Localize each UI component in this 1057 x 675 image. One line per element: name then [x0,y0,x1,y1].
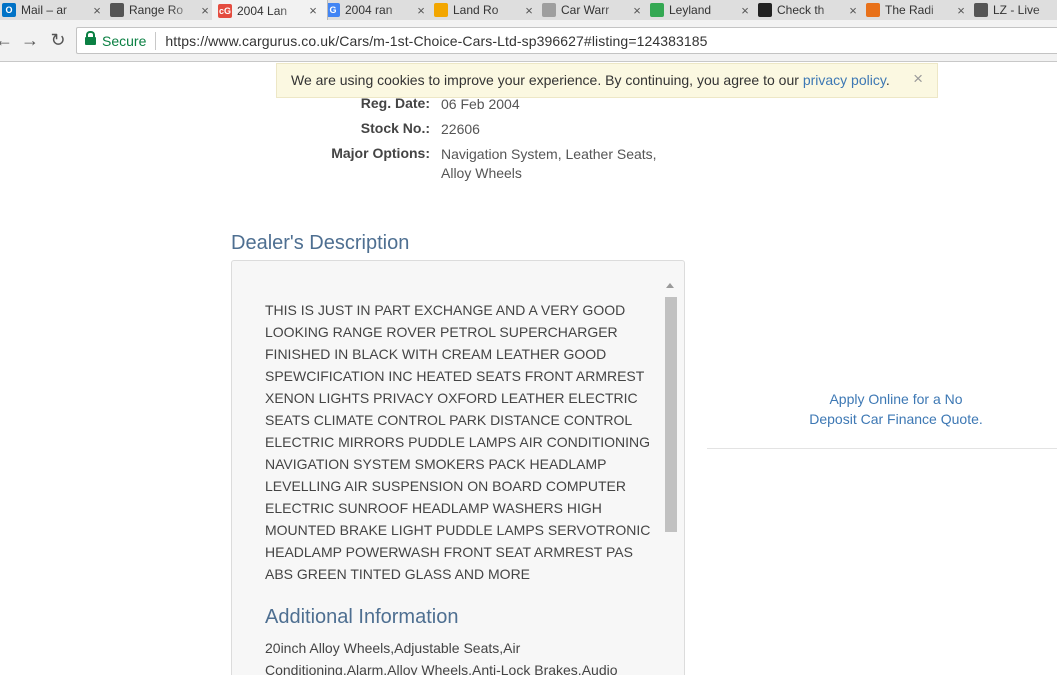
finance-quote-link[interactable]: Apply Online for a No Deposit Car Financ… [790,389,1002,429]
browser-tab[interactable]: Car Warr × [536,0,652,20]
omnibox-divider [155,31,157,50]
tab-title: Leyland [669,3,712,17]
url-text[interactable]: https://www.cargurus.co.uk/Cars/m-1st-Ch… [165,33,707,49]
cookie-banner: We are using cookies to improve your exp… [276,63,938,98]
tab-title: Mail – ar [21,3,68,17]
tab-close-icon[interactable]: × [953,3,969,18]
outlook-icon: O [2,3,16,17]
dealers-description-heading: Dealer's Description [231,232,410,254]
tab-close-icon[interactable]: × [737,3,753,18]
spec-row-reg-date: Reg. Date: 06 Feb 2004 [0,95,1057,115]
tab-title: Land Ro [453,3,499,17]
tab-close-icon[interactable]: × [89,3,105,18]
maps-icon [650,3,664,17]
radio-icon [866,3,880,17]
tab-close-icon[interactable]: × [521,3,537,18]
privacy-policy-link[interactable]: privacy policy [803,72,886,88]
cookie-text-line: We are using cookies to improve your exp… [291,72,890,88]
tab-title: The Radi [885,3,934,17]
browser-tab[interactable]: Check th × [752,0,868,20]
browser-tab[interactable]: Range Ro × [104,0,220,20]
tab-title: Car Warr [561,3,610,17]
lock-icon [85,30,96,46]
crown-icon [758,3,772,17]
description-scrollbar[interactable] [663,281,679,675]
spec-row-stock-no: Stock No.: 22606 [0,120,1057,140]
cargurus-icon: cG [218,3,232,18]
secure-label: Secure [102,32,147,49]
finance-line-2[interactable]: Deposit Car Finance Quote. [790,409,1002,429]
tab-strip: O Mail – ar × Range Ro × cG 2004 Lan × G 2004 ran… [0,0,1057,20]
spec-value: 22606 [441,121,480,137]
browser-tab[interactable]: O Mail – ar × [0,0,112,20]
tab-title: Range Ro [129,3,184,17]
browser-tab[interactable]: G 2004 ran × [320,0,436,20]
tab-title: LZ - Live [993,3,1040,17]
spec-row-major-options: Major Options: Navigation System, Leathe… [0,145,1057,185]
car-icon [110,3,124,17]
finance-line-1[interactable]: Apply Online for a No [790,389,1002,409]
scroll-up-arrow-icon[interactable] [666,283,674,288]
tab-title: 2004 ran [345,3,393,17]
tab-title: 2004 Lan [237,3,288,18]
browser-tab[interactable]: Land Ro × [428,0,544,20]
browser-toolbar: ← → ↻ Secure https://www.cargurus.co.uk/… [0,20,1057,62]
tab-close-icon[interactable]: × [845,3,861,18]
google-icon: G [326,3,340,17]
dealer-description-text: THIS IS JUST IN PART EXCHANGE AND A VERY… [265,302,651,582]
tab-close-icon[interactable]: × [629,3,645,18]
spec-label: Major Options: [331,145,430,161]
page-content: We are using cookies to improve your exp… [0,63,1057,675]
address-bar[interactable]: Secure https://www.cargurus.co.uk/Cars/m… [76,27,1057,54]
browser-tab[interactable]: cG 2004 Lan × [212,0,328,20]
tab-close-icon[interactable]: × [305,3,321,18]
back-arrow-icon[interactable]: ← [0,30,14,50]
cookie-message: We are using cookies to improve your exp… [291,72,803,88]
forward-arrow-icon[interactable]: → [20,30,40,50]
tab-close-icon[interactable]: × [413,3,429,18]
car-icon [974,3,988,17]
additional-information-text: 20inch Alloy Wheels,Adjustable Seats,Air… [265,640,618,675]
maps-pin-icon [434,3,448,17]
cookie-suffix: . [885,72,890,88]
dealer-description-box[interactable]: THIS IS JUST IN PART EXCHANGE AND A VERY… [231,260,685,675]
additional-information-heading: Additional Information [265,606,459,628]
spec-value: Navigation System, Leather Seats, Alloy … [441,146,657,181]
cookie-close-icon[interactable]: × [913,69,923,89]
browser-tab[interactable]: Leyland × [644,0,760,20]
scroll-thumb[interactable] [665,297,677,532]
tab-title: Check th [777,3,825,17]
sidebar-divider [707,448,1057,449]
browser-tab[interactable]: The Radi × [860,0,976,20]
reload-icon[interactable]: ↻ [48,30,68,50]
spec-label: Stock No.: [360,120,430,136]
tab-close-icon[interactable]: × [197,3,213,18]
document-icon [542,3,556,17]
browser-tab[interactable]: LZ - Live× [968,0,1057,20]
